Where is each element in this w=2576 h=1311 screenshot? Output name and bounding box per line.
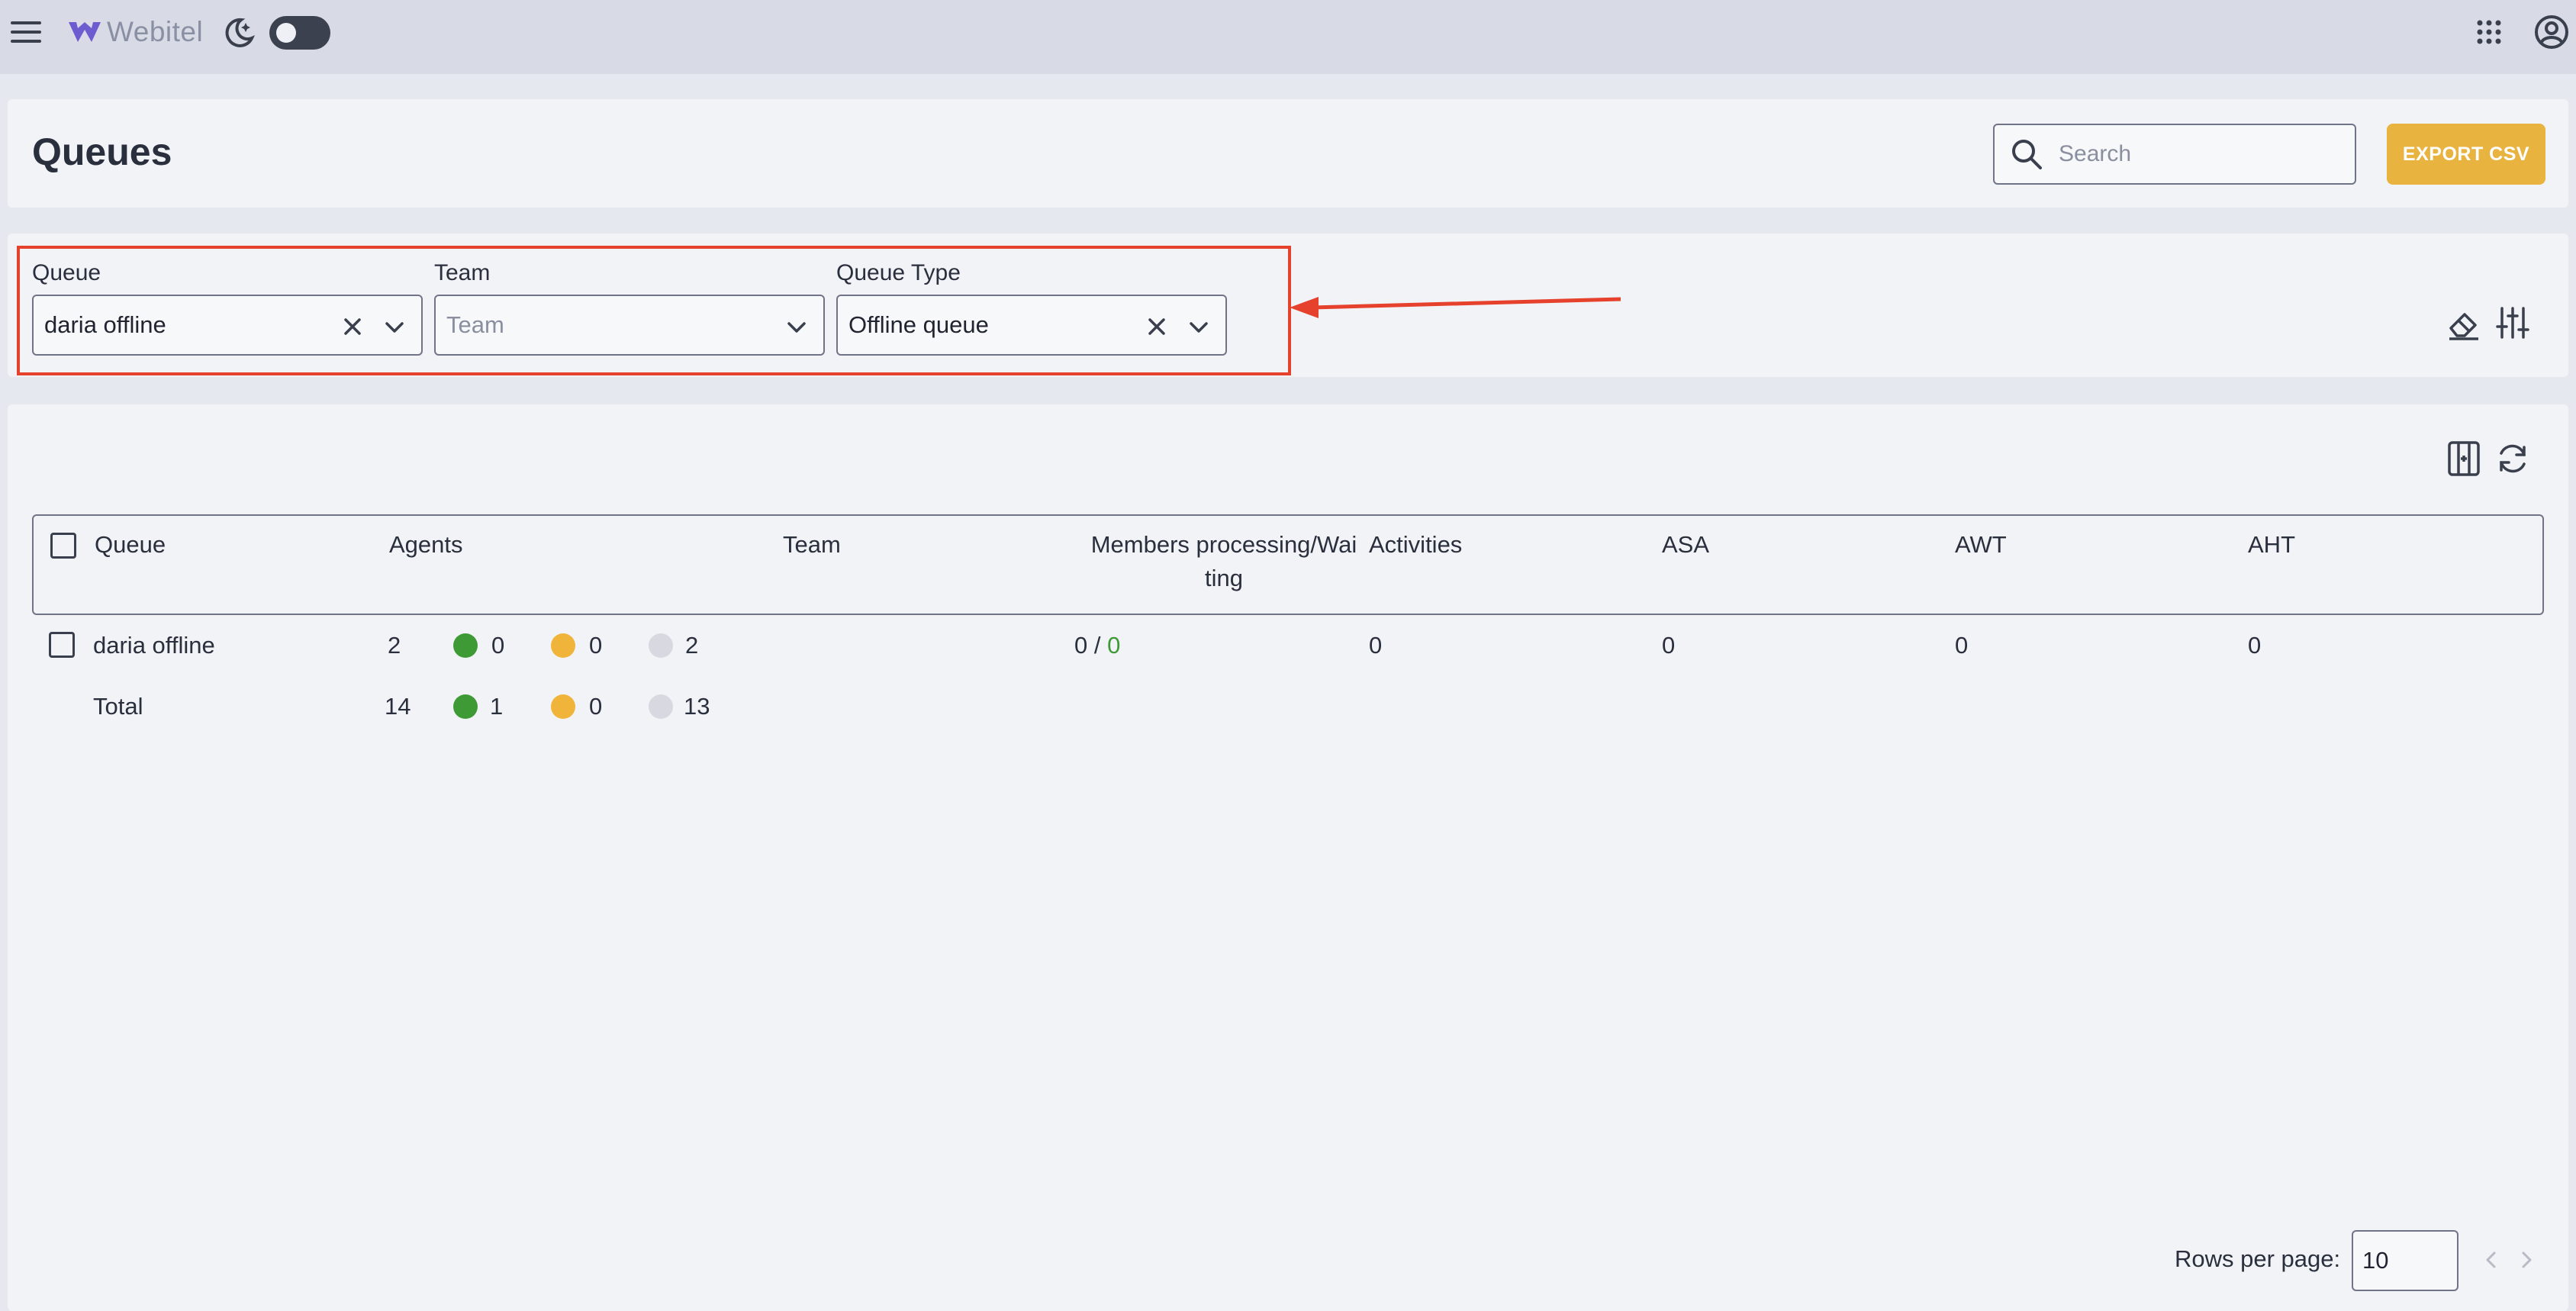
row-queue-name: daria offline: [93, 632, 215, 659]
top-bar: Webitel: [0, 0, 2576, 74]
team-select[interactable]: Team: [434, 295, 825, 356]
row-activities: 0: [1369, 632, 1383, 659]
total-agents-offline: 13: [684, 693, 710, 720]
total-agents-online: 1: [490, 693, 504, 720]
row-agents-pause: 0: [589, 632, 603, 659]
column-header-asa[interactable]: ASA: [1662, 531, 1709, 559]
column-header-members-processing-line2: ting: [1205, 565, 1243, 591]
offline-status-icon: [649, 633, 673, 658]
queue-select-value: daria offline: [44, 311, 166, 338]
rows-per-page-select[interactable]: 10: [2352, 1230, 2458, 1291]
select-all-checkbox[interactable]: [50, 533, 76, 559]
annotation-arrow-icon: [1290, 297, 1621, 318]
dark-mode-icon[interactable]: [221, 15, 256, 50]
row-members-processing: 0 / 0: [1074, 632, 1120, 659]
chevron-down-icon[interactable]: [1187, 316, 1210, 339]
column-header-aht[interactable]: AHT: [2248, 531, 2295, 559]
chevron-down-icon[interactable]: [785, 316, 808, 339]
total-agents-pause: 0: [589, 693, 603, 720]
page-header: Queues EXPORT CSV: [8, 99, 2568, 208]
offline-status-icon: [649, 694, 673, 719]
row-processing-count: 0 /: [1074, 632, 1101, 659]
column-header-awt[interactable]: AWT: [1955, 531, 2007, 559]
table-header: Queue Agents Team Members processing/Wai…: [32, 514, 2544, 615]
row-agents-total: 2: [388, 632, 401, 659]
team-filter-label: Team: [434, 260, 491, 285]
pause-status-icon: [551, 633, 575, 658]
row-aht: 0: [2248, 632, 2262, 659]
column-header-activities[interactable]: Activities: [1369, 531, 1462, 559]
queue-select[interactable]: daria offline: [32, 295, 423, 356]
column-header-members-processing-line1: Members processing/Wai: [1090, 531, 1357, 558]
chevron-down-icon[interactable]: [383, 316, 406, 339]
row-agents-offline: 2: [685, 632, 699, 659]
queue-filter-label: Queue: [32, 260, 101, 285]
queue-type-filter: Queue Type Offline queue: [836, 258, 1227, 356]
user-account-icon[interactable]: [2533, 14, 2570, 50]
online-status-icon: [453, 633, 478, 658]
row-awt: 0: [1955, 632, 1969, 659]
export-csv-button[interactable]: EXPORT CSV: [2387, 124, 2545, 185]
team-filter: Team Team: [434, 258, 825, 356]
queue-filter: Queue daria offline: [32, 258, 423, 356]
theme-toggle[interactable]: [269, 16, 330, 50]
online-status-icon: [453, 694, 478, 719]
search-field[interactable]: [1993, 124, 2356, 185]
apps-grid-icon[interactable]: [2474, 17, 2504, 47]
row-agents-online: 0: [491, 632, 505, 659]
queue-type-select-value: Offline queue: [848, 311, 989, 338]
pause-status-icon: [551, 694, 575, 719]
eraser-icon[interactable]: [2446, 307, 2481, 342]
refresh-icon[interactable]: [2495, 441, 2530, 476]
total-agents: 14: [385, 693, 411, 720]
queue-type-select[interactable]: Offline queue: [836, 295, 1227, 356]
queue-type-filter-label: Queue Type: [836, 260, 961, 285]
rows-per-page-label: Rows per page:: [2175, 1245, 2341, 1272]
column-header-queue[interactable]: Queue: [95, 531, 166, 559]
column-header-agents[interactable]: Agents: [389, 531, 463, 559]
row-waiting-count: 0: [1107, 632, 1121, 659]
total-label: Total: [93, 693, 143, 720]
column-header-team[interactable]: Team: [783, 531, 841, 559]
search-icon: [2012, 140, 2042, 169]
logo[interactable]: Webitel: [67, 15, 203, 49]
webitel-logo-icon: [69, 22, 101, 42]
clear-icon[interactable]: [342, 316, 363, 337]
brand-name: Webitel: [107, 16, 204, 47]
filter-settings-icon[interactable]: [2495, 305, 2530, 340]
expand-columns-icon[interactable]: [2446, 440, 2481, 478]
menu-icon[interactable]: [11, 17, 41, 47]
chevron-right-icon[interactable]: [2515, 1248, 2538, 1271]
search-input[interactable]: [2057, 140, 2332, 168]
row-checkbox[interactable]: [49, 632, 75, 658]
page-title: Queues: [32, 130, 172, 173]
row-asa: 0: [1662, 632, 1676, 659]
chevron-left-icon[interactable]: [2480, 1248, 2503, 1271]
column-header-members-processing-waiting[interactable]: Members processing/Wai ting: [1079, 531, 1369, 592]
team-select-placeholder: Team: [446, 311, 504, 338]
clear-icon[interactable]: [1146, 316, 1167, 337]
